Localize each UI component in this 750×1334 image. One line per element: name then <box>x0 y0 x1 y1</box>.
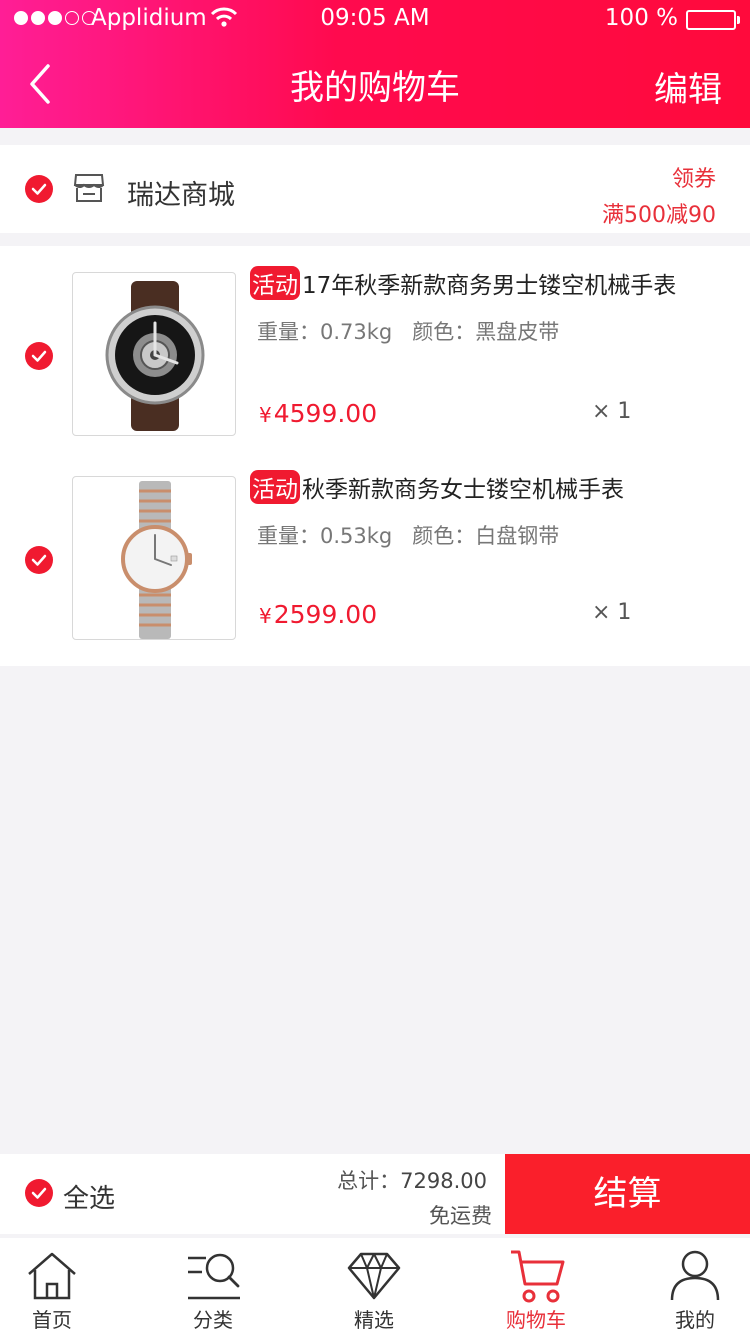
status-bar: Applidium 09:05 AM 100 % <box>0 0 750 40</box>
home-icon <box>28 1252 76 1300</box>
coupon-link[interactable]: 领券 <box>672 161 716 193</box>
check-icon <box>31 1187 47 1199</box>
edit-button[interactable]: 编辑 <box>654 62 722 111</box>
item-title[interactable]: 活动 17年秋季新款商务男士镂空机械手表 <box>250 266 676 300</box>
tab-label: 我的 <box>675 1308 715 1332</box>
total-value: 7298.00 <box>400 1169 487 1193</box>
tab-home[interactable]: 首页 <box>0 1238 127 1334</box>
promo-label: 满500减90 <box>602 203 716 228</box>
item-title-text: 秋季新款商务女士镂空机械手表 <box>302 477 624 503</box>
tab-label: 购物车 <box>506 1308 566 1332</box>
battery-icon <box>686 10 740 30</box>
item-checkbox[interactable] <box>25 546 53 574</box>
check-icon <box>31 350 47 362</box>
promo-tag: 活动 <box>250 266 300 300</box>
cart-icon <box>511 1250 565 1303</box>
category-search-icon <box>188 1253 240 1300</box>
check-icon <box>31 554 47 566</box>
womens-watch-image <box>121 481 192 639</box>
total-amount: 总计：7298.00 <box>337 1165 487 1195</box>
product-image[interactable] <box>72 272 236 436</box>
tab-label: 精选 <box>354 1308 394 1332</box>
promo-tag: 活动 <box>250 470 300 504</box>
item-specs: 重量：0.73kg 颜色：黑盘皮带 <box>257 316 559 346</box>
checkout-button[interactable]: 结算 <box>505 1154 750 1234</box>
item-title-text: 17年秋季新款商务男士镂空机械手表 <box>302 273 677 299</box>
cart-item[interactable]: 活动 17年秋季新款商务男士镂空机械手表 重量：0.73kg 颜色：黑盘皮带 ¥45… <box>0 246 750 446</box>
item-checkbox[interactable] <box>25 342 53 370</box>
shipping-label: 免运费 <box>429 1204 492 1228</box>
tab-label: 首页 <box>32 1308 72 1332</box>
item-title[interactable]: 活动 秋季新款商务女士镂空机械手表 <box>250 470 624 504</box>
store-name[interactable]: 瑞达商城 <box>127 173 235 212</box>
product-image[interactable] <box>72 476 236 640</box>
store-checkbox[interactable] <box>25 175 53 203</box>
store-row: 瑞达商城 领券 满500减90 <box>0 145 750 233</box>
header: Applidium 09:05 AM 100 % 我的购物车 编辑 <box>0 0 750 128</box>
tab-label: 分类 <box>193 1308 233 1332</box>
item-price-value: 4599.00 <box>273 399 378 428</box>
item-weight: 重量：0.53kg <box>257 524 393 548</box>
user-icon <box>670 1250 720 1301</box>
item-quantity: × 1 <box>592 600 632 625</box>
total-label: 总计： <box>337 1169 401 1193</box>
checkout-bar: 全选 总计：7298.00 免运费 结算 <box>0 1154 750 1234</box>
item-price: ¥2599.00 <box>259 600 377 629</box>
item-color: 颜色：白盘钢带 <box>412 524 560 548</box>
battery-label: 100 % <box>604 5 678 31</box>
item-specs: 重量：0.53kg 颜色：白盘钢带 <box>257 520 559 550</box>
currency-symbol: ¥ <box>259 604 272 628</box>
mens-watch-image <box>105 281 205 431</box>
select-all-label[interactable]: 全选 <box>63 1178 115 1215</box>
tab-profile[interactable]: 我的 <box>620 1238 750 1334</box>
store-icon <box>72 171 106 209</box>
item-weight: 重量：0.73kg <box>257 320 393 344</box>
cart-item[interactable]: 活动 秋季新款商务女士镂空机械手表 重量：0.53kg 颜色：白盘钢带 ¥2599.… <box>0 450 750 650</box>
currency-symbol: ¥ <box>259 403 272 427</box>
tab-bar: 首页 分类 精选 购物车 我的 <box>0 1238 750 1334</box>
tab-featured[interactable]: 精选 <box>299 1238 449 1334</box>
item-price-value: 2599.00 <box>273 600 378 629</box>
diamond-icon <box>347 1252 401 1300</box>
check-icon <box>31 183 47 195</box>
cart-items: 活动 17年秋季新款商务男士镂空机械手表 重量：0.73kg 颜色：黑盘皮带 ¥45… <box>0 246 750 666</box>
item-price: ¥4599.00 <box>259 399 377 428</box>
item-quantity: × 1 <box>592 399 632 424</box>
tab-category[interactable]: 分类 <box>138 1238 288 1334</box>
select-all-checkbox[interactable] <box>25 1179 53 1207</box>
tab-cart[interactable]: 购物车 <box>461 1238 611 1334</box>
item-color: 颜色：黑盘皮带 <box>412 320 560 344</box>
page-title: 我的购物车 <box>290 68 460 108</box>
